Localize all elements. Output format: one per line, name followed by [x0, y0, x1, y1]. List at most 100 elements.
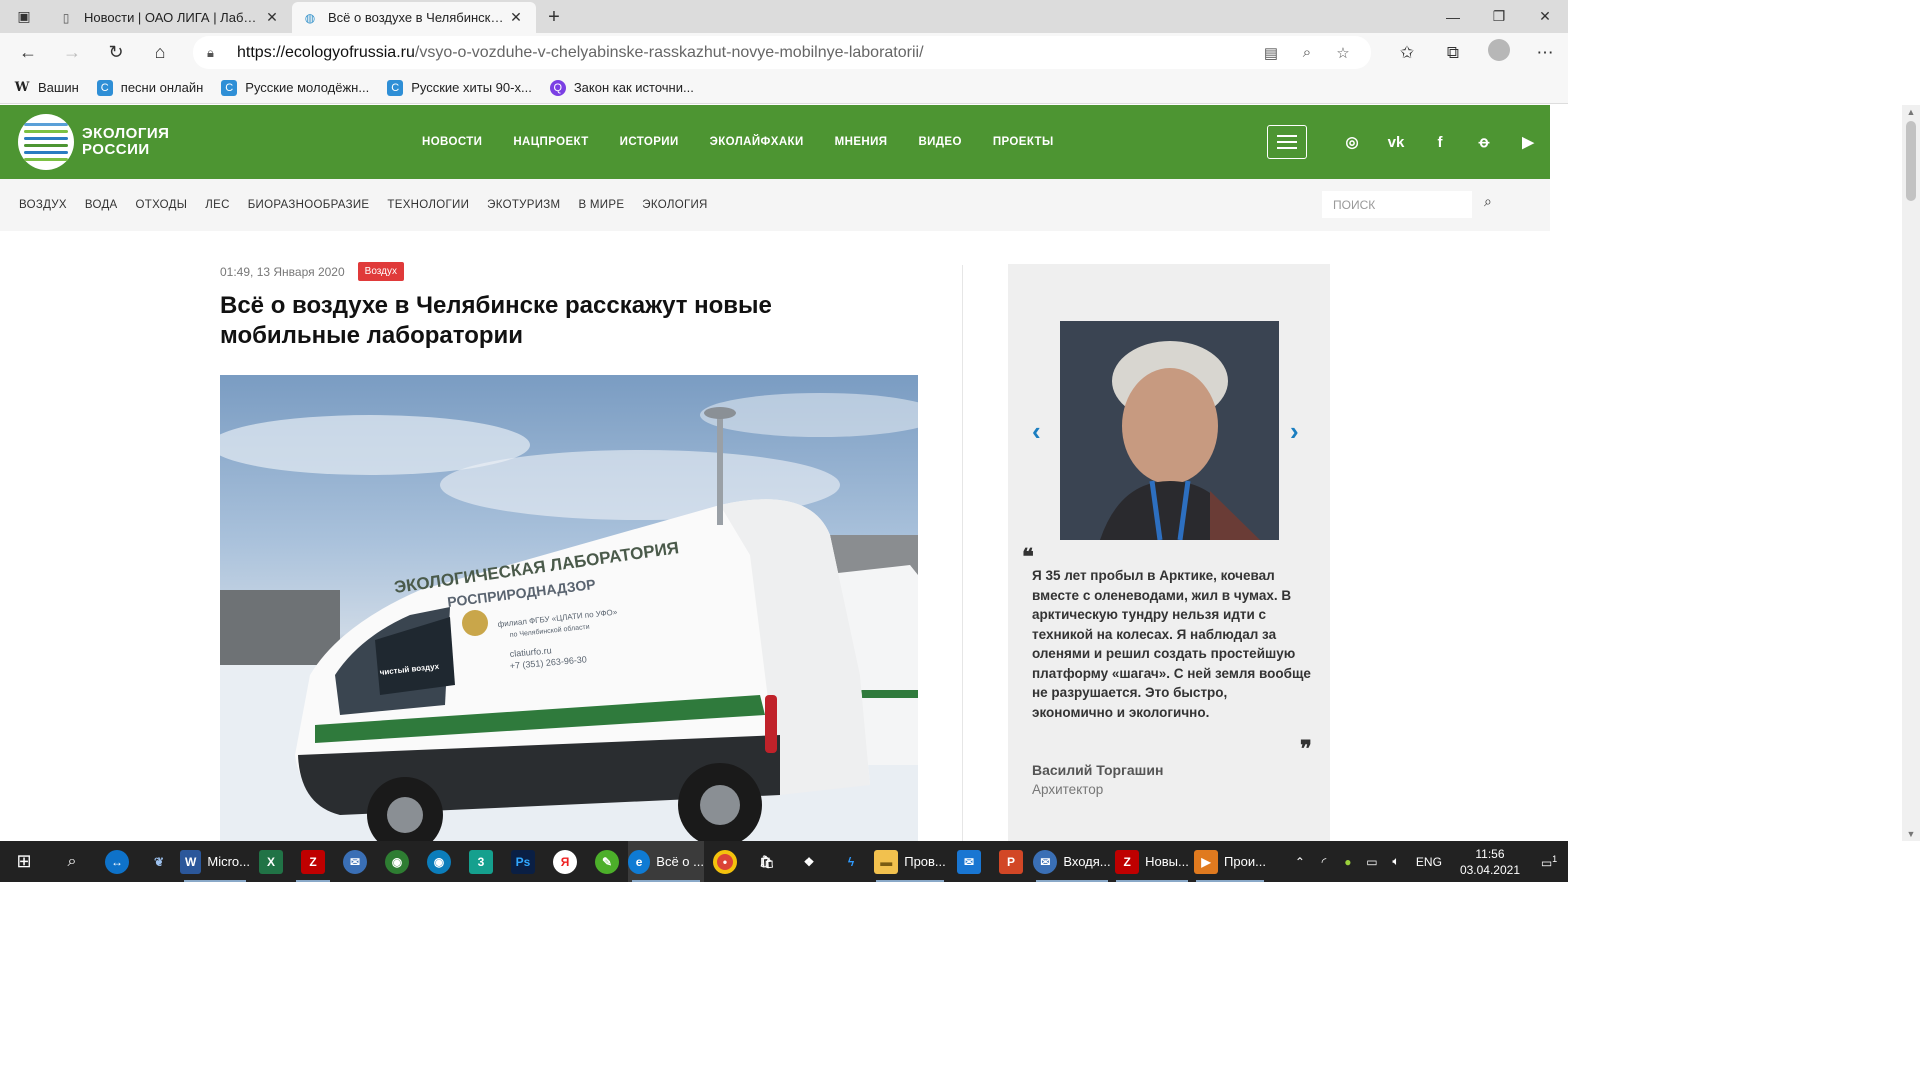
- category-link[interactable]: ЭКОТУРИЗМ: [487, 199, 560, 211]
- site-logo[interactable]: ЭКОЛОГИЯ РОССИИ: [18, 114, 169, 170]
- quote-author[interactable]: Василий Торгашин: [1032, 762, 1163, 778]
- pinned-app-button[interactable]: ◉: [376, 841, 418, 882]
- notifications-icon[interactable]: ▭1: [1530, 854, 1568, 870]
- reader-view-icon[interactable]: ▤: [1253, 44, 1289, 62]
- category-link[interactable]: ТЕХНОЛОГИИ: [387, 199, 469, 211]
- pinned-app-button[interactable]: Ps: [502, 841, 544, 882]
- address-bar[interactable]: 🔒︎ https://ecologyofrussia.ru/vsyo-o-voz…: [193, 36, 1371, 69]
- tab-title: Новости | ОАО ЛИГА | Лаборат...: [84, 10, 262, 25]
- taskbar-app-explorer[interactable]: ▬ Пров...: [872, 841, 948, 882]
- pinned-app-button[interactable]: ϟ: [830, 841, 872, 882]
- taskbar-label: Пров...: [904, 854, 946, 869]
- tab-actions-icon[interactable]: ▣: [0, 0, 48, 33]
- page-scrollbar[interactable]: ▲ ▼: [1902, 105, 1920, 841]
- more-menu-icon[interactable]: ⋯: [1522, 43, 1568, 63]
- category-link[interactable]: ОТХОДЫ: [136, 199, 188, 211]
- taskbar-app-media[interactable]: ▶ Прои...: [1192, 841, 1268, 882]
- nav-natproject[interactable]: НАЦПРОЕКТ: [513, 136, 588, 148]
- close-window-icon[interactable]: ✕: [1522, 0, 1568, 33]
- category-badge[interactable]: Воздух: [357, 262, 404, 281]
- pinned-app-button[interactable]: ❖: [788, 841, 830, 882]
- zoom-icon[interactable]: ⌕: [1289, 44, 1325, 61]
- minimize-icon[interactable]: —: [1430, 0, 1476, 33]
- taskbar-clock[interactable]: 11:56 03.04.2021: [1460, 846, 1520, 878]
- add-favorite-icon[interactable]: ☆: [1325, 44, 1361, 62]
- search-taskbar-button[interactable]: ⌕: [48, 841, 96, 882]
- pinned-app-button[interactable]: ✉: [948, 841, 990, 882]
- back-icon[interactable]: ←: [6, 35, 50, 71]
- close-tab-icon[interactable]: ✕: [506, 9, 526, 26]
- pinned-app-button[interactable]: ✉: [334, 841, 376, 882]
- bookmark-site-icon: C: [96, 79, 113, 96]
- favorite-item[interactable]: C Русские молодёжн...: [221, 79, 369, 96]
- profile-avatar[interactable]: [1476, 39, 1522, 66]
- browser-toolbar: ← → ↻ ⌂ 🔒︎ https://ecologyofrussia.ru/vs…: [0, 33, 1568, 72]
- close-tab-icon[interactable]: ✕: [262, 9, 282, 26]
- lock-icon[interactable]: 🔒︎: [207, 45, 227, 61]
- category-link[interactable]: ВОДА: [85, 199, 118, 211]
- wifi-icon[interactable]: ◜: [1312, 855, 1336, 869]
- language-indicator[interactable]: ENG: [1416, 855, 1442, 869]
- category-link[interactable]: ЛЕС: [205, 199, 229, 211]
- pinned-app-button[interactable]: Я: [544, 841, 586, 882]
- category-link[interactable]: БИОРАЗНООБРАЗИЕ: [248, 199, 370, 211]
- browser-tab[interactable]: ▯ Новости | ОАО ЛИГА | Лаборат... ✕: [48, 2, 292, 33]
- taskbar-app-thunderbird[interactable]: ✉ Входя...: [1032, 841, 1112, 882]
- new-tab-button[interactable]: +: [536, 2, 572, 33]
- nav-stories[interactable]: ИСТОРИИ: [620, 136, 679, 148]
- taskbar-app-filezilla2[interactable]: Z Новы...: [1112, 841, 1192, 882]
- pinned-app-button[interactable]: ✎: [586, 841, 628, 882]
- instagram-icon[interactable]: ◎: [1330, 133, 1374, 151]
- pinned-app-button[interactable]: ❦: [138, 841, 180, 882]
- nav-opinions[interactable]: МНЕНИЯ: [835, 136, 888, 148]
- start-button[interactable]: ⊞: [0, 841, 48, 882]
- favorites-icon[interactable]: ✩: [1384, 43, 1430, 63]
- nav-video[interactable]: ВИДЕО: [918, 136, 961, 148]
- hamburger-menu-icon[interactable]: [1267, 125, 1307, 159]
- chevron-left-icon[interactable]: ‹: [1032, 416, 1041, 447]
- vk-icon[interactable]: vk: [1374, 134, 1418, 151]
- favorite-item[interactable]: C Русские хиты 90-х...: [387, 79, 532, 96]
- taskbar-app-filezilla[interactable]: Z: [292, 841, 334, 882]
- restore-icon[interactable]: ❐: [1476, 0, 1522, 33]
- teamviewer-button[interactable]: ↔: [96, 841, 138, 882]
- collections-icon[interactable]: ⧉: [1430, 43, 1476, 63]
- taskbar-app-word[interactable]: W Micro...: [180, 841, 250, 882]
- taskbar-app-edge[interactable]: e Всё о ...: [628, 841, 704, 882]
- scroll-down-icon[interactable]: ▼: [1902, 829, 1920, 839]
- nav-news[interactable]: НОВОСТИ: [422, 136, 482, 148]
- search-input[interactable]: ПОИСК: [1322, 191, 1472, 218]
- pinned-app-button[interactable]: 🛍︎: [746, 841, 788, 882]
- battery-icon[interactable]: ▭: [1360, 855, 1384, 869]
- tray-app-icon[interactable]: ●: [1336, 855, 1360, 869]
- pinned-app-button[interactable]: 3: [460, 841, 502, 882]
- favorite-item[interactable]: Q Закон как источни...: [549, 79, 694, 96]
- nav-ecolifehacks[interactable]: ЭКОЛАЙФХАКИ: [710, 136, 804, 148]
- excel-icon: X: [259, 849, 283, 874]
- volume-icon[interactable]: 🔈︎: [1384, 854, 1408, 869]
- taskbar-app-excel[interactable]: X: [250, 841, 292, 882]
- category-link[interactable]: ЭКОЛОГИЯ: [642, 199, 707, 211]
- youtube-icon[interactable]: ▶: [1506, 133, 1550, 151]
- nav-projects[interactable]: ПРОЕКТЫ: [993, 136, 1054, 148]
- browser-tab-active[interactable]: ◍ Всё о воздухе в Челябинске ра... ✕: [292, 2, 536, 33]
- category-link[interactable]: В МИРЕ: [578, 199, 624, 211]
- home-icon[interactable]: ⌂: [138, 35, 182, 71]
- scroll-up-icon[interactable]: ▲: [1902, 107, 1920, 117]
- favorite-label: Русские хиты 90-х...: [411, 80, 532, 95]
- favorite-item[interactable]: W Вашин: [14, 80, 79, 96]
- pinned-app-button[interactable]: •: [704, 841, 746, 882]
- search-icon[interactable]: ⌕: [1484, 193, 1492, 210]
- mail-icon: ✉: [957, 849, 981, 874]
- pinned-app-button[interactable]: ◉: [418, 841, 460, 882]
- favorite-item[interactable]: Cпесни онлайн: [96, 79, 203, 96]
- category-link[interactable]: ВОЗДУХ: [19, 199, 67, 211]
- pinned-app-button[interactable]: P: [990, 841, 1032, 882]
- scrollbar-thumb[interactable]: [1906, 121, 1916, 201]
- chevron-up-icon[interactable]: ⌃: [1288, 855, 1312, 869]
- odnoklassniki-icon[interactable]: ꝋ: [1462, 133, 1506, 151]
- facebook-icon[interactable]: f: [1418, 134, 1462, 151]
- chevron-right-icon[interactable]: ›: [1290, 416, 1299, 447]
- reload-icon[interactable]: ↻: [94, 35, 138, 71]
- forward-icon[interactable]: →: [50, 35, 94, 71]
